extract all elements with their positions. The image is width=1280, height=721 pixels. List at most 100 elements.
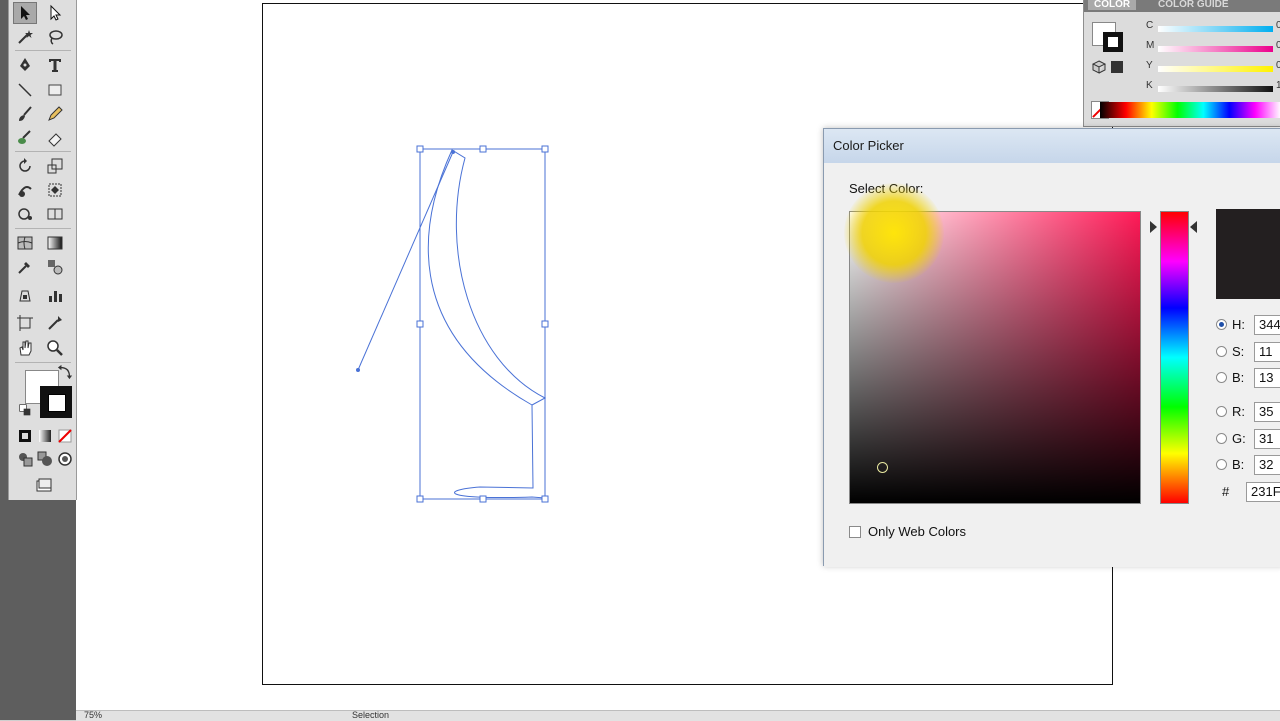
free-transform-tool-icon[interactable] — [43, 179, 67, 201]
selection-tool-icon[interactable] — [13, 2, 37, 24]
brightness-radio[interactable] — [1216, 372, 1227, 383]
cyan-slider[interactable] — [1158, 26, 1273, 32]
panel-stroke-swatch[interactable] — [1103, 32, 1123, 52]
pencil-tool-icon[interactable] — [43, 103, 67, 125]
brightness-field-row: B: 13 — [1216, 368, 1280, 390]
saturation-radio[interactable] — [1216, 346, 1227, 357]
hex-input[interactable]: 231F2 — [1246, 482, 1280, 502]
hue-slider-arrow-icon[interactable] — [1150, 221, 1157, 233]
saturation-input[interactable]: 11 — [1254, 342, 1280, 362]
gamut-color-swatch[interactable] — [1111, 61, 1123, 73]
symbol-sprayer-tool-icon[interactable] — [13, 203, 37, 225]
rotate-tool-icon[interactable] — [13, 155, 37, 177]
cmyk-label: Y — [1146, 60, 1153, 71]
hue-slider-arrow-icon[interactable] — [1190, 221, 1197, 233]
draw-behind-icon[interactable] — [35, 449, 55, 469]
color-spectrum-bar[interactable] — [1100, 102, 1280, 118]
yellow-slider[interactable] — [1158, 66, 1273, 72]
eraser-tool-icon[interactable] — [43, 127, 67, 149]
warp-tool-icon[interactable] — [13, 179, 37, 201]
red-input[interactable]: 35 — [1254, 402, 1280, 422]
hex-label: # — [1222, 484, 1230, 499]
dialog-body: Select Color: H: 344 S: 11 B: 13 R: 35 — [824, 163, 1280, 567]
gradient-tool-icon[interactable] — [43, 232, 67, 254]
cmyk-row-m[interactable]: M 0 — [1144, 40, 1280, 56]
tab-color[interactable]: COLOR — [1088, 0, 1137, 10]
only-web-colors-checkbox[interactable] — [849, 526, 861, 538]
blend-tool-icon[interactable] — [43, 256, 67, 278]
green-input[interactable]: 31 — [1254, 429, 1280, 449]
shape-builder-tool-icon[interactable] — [43, 203, 67, 225]
paintbrush-tool-icon[interactable] — [13, 103, 37, 125]
draw-normal-icon[interactable] — [15, 449, 35, 469]
black-slider[interactable] — [1158, 86, 1273, 92]
stroke-swatch[interactable] — [40, 386, 72, 418]
cmyk-row-k[interactable]: K 1 — [1144, 80, 1280, 96]
magenta-slider[interactable] — [1158, 46, 1273, 52]
rectangle-tool-icon[interactable] — [43, 79, 67, 101]
line-segment-tool-icon[interactable] — [13, 79, 37, 101]
slice-tool-icon[interactable] — [43, 312, 67, 334]
artboard-tool-icon[interactable] — [13, 312, 37, 334]
cmyk-value[interactable]: 0 — [1276, 40, 1280, 51]
new-color-swatch — [1216, 209, 1280, 299]
saturation-field-row: S: 11 — [1216, 342, 1280, 364]
color-picker-dialog: Color Picker Select Color: H: 344 S: 11 … — [823, 128, 1280, 567]
bounding-box — [419, 148, 546, 500]
gradient-mode-icon[interactable] — [35, 426, 55, 446]
cmyk-row-c[interactable]: C 0 — [1144, 20, 1280, 36]
red-field-row: R: 35 — [1216, 402, 1280, 424]
default-fill-stroke-icon[interactable] — [19, 404, 31, 416]
tab-color-guide[interactable]: COLOR GUIDE — [1158, 0, 1229, 10]
cmyk-label: K — [1146, 80, 1153, 91]
hue-field-row: H: 344 — [1216, 315, 1280, 337]
column-graph-tool-icon[interactable] — [43, 285, 67, 307]
current-tool-status[interactable]: Selection — [352, 710, 389, 720]
magic-wand-tool-icon[interactable] — [13, 26, 37, 48]
curve-path — [427, 149, 547, 406]
cmyk-label: M — [1146, 40, 1155, 51]
lasso-tool-icon[interactable] — [43, 26, 67, 48]
red-label: R: — [1232, 404, 1245, 419]
blue-input[interactable]: 32 — [1254, 455, 1280, 475]
color-panel: COLOR COLOR GUIDE C 0 M 0 Y 0 K 1 — [1083, 0, 1280, 127]
symbol-tool-icon[interactable] — [13, 285, 37, 307]
out-of-gamut-icon[interactable] — [1091, 60, 1107, 74]
scale-tool-icon[interactable] — [43, 155, 67, 177]
brightness-input[interactable]: 13 — [1254, 368, 1280, 388]
dialog-titlebar[interactable]: Color Picker — [824, 129, 1280, 163]
zoom-tool-icon[interactable] — [43, 337, 67, 359]
red-radio[interactable] — [1216, 406, 1227, 417]
cmyk-value[interactable]: 0 — [1276, 20, 1280, 31]
green-field-row: G: 31 — [1216, 429, 1280, 451]
swap-fill-stroke-icon[interactable] — [57, 364, 73, 380]
direct-selection-tool-icon[interactable] — [43, 2, 67, 24]
screen-mode-icon[interactable] — [31, 476, 57, 496]
color-mode-icon[interactable] — [15, 426, 35, 446]
draw-inside-icon[interactable] — [55, 449, 75, 469]
hue-slider[interactable] — [1160, 211, 1189, 504]
color-marker[interactable] — [877, 462, 888, 473]
brightness-label: B: — [1232, 370, 1245, 385]
hand-tool-icon[interactable] — [13, 337, 37, 359]
pen-tool-icon[interactable] — [13, 54, 37, 76]
green-label: G: — [1232, 431, 1246, 446]
base-path — [454, 398, 546, 499]
none-mode-icon[interactable] — [55, 426, 75, 446]
blue-radio[interactable] — [1216, 459, 1227, 470]
cmyk-value[interactable]: 0 — [1276, 60, 1280, 71]
type-tool-icon[interactable] — [43, 54, 67, 76]
zoom-level[interactable]: 75% — [84, 710, 102, 720]
mesh-tool-icon[interactable] — [13, 232, 37, 254]
green-radio[interactable] — [1216, 433, 1227, 444]
only-web-colors-label: Only Web Colors — [868, 524, 967, 539]
cmyk-row-y[interactable]: Y 0 — [1144, 60, 1280, 76]
hue-input[interactable]: 344 — [1254, 315, 1280, 335]
cmyk-value[interactable]: 1 — [1276, 80, 1280, 91]
tools-panel — [0, 0, 77, 720]
eyedropper-tool-icon[interactable] — [13, 256, 37, 278]
blob-brush-tool-icon[interactable] — [13, 127, 37, 149]
color-panel-tabs: COLOR COLOR GUIDE — [1084, 0, 1280, 12]
cursor-highlight — [844, 183, 944, 283]
hue-radio[interactable] — [1216, 319, 1227, 330]
